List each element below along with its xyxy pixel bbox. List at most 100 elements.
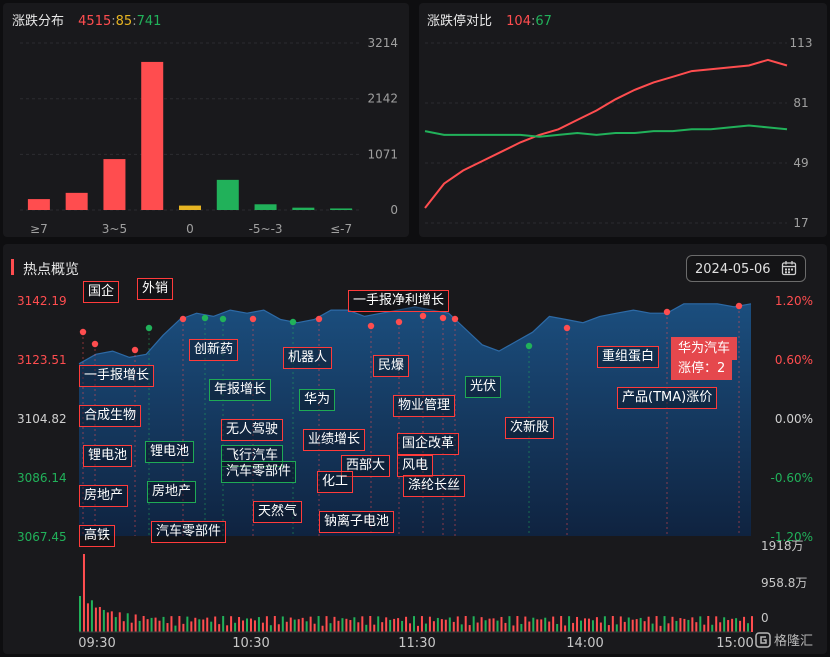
volume-bar: [671, 616, 674, 632]
volume-bar: [198, 619, 201, 632]
y-tick-label: 17: [793, 216, 808, 230]
volume-bar: [202, 619, 205, 632]
bar: [65, 192, 88, 210]
hotspot-tag[interactable]: 合成生物: [79, 405, 142, 427]
tag-dot: [289, 318, 297, 326]
volume-bar: [190, 621, 193, 632]
tag-dot: [563, 324, 571, 332]
volume-bar: [496, 620, 499, 632]
volume-bar: [715, 616, 718, 632]
volume-bar: [528, 621, 531, 632]
volume-bar: [747, 623, 750, 632]
hotspot-tag[interactable]: 国企: [83, 281, 120, 303]
hotspot-panel: 热点概览 2024-05-06 3142.19 1.20% 3123.51 0.60%…: [3, 244, 827, 654]
x-tick-label: 14:00: [566, 636, 603, 651]
volume-bar: [194, 617, 197, 632]
volume-bar: [444, 619, 447, 632]
y-tick-label: 3214: [367, 36, 398, 50]
volume-bar: [309, 616, 312, 632]
hotspot-tag[interactable]: 锂电池: [145, 441, 195, 463]
volume-bar: [436, 617, 439, 632]
volume-bar: [138, 620, 141, 632]
hotspot-tag[interactable]: 房地产: [147, 481, 197, 503]
tag-dot: [395, 318, 403, 326]
hotspot-tag[interactable]: 房地产: [79, 485, 129, 507]
volume-bar: [492, 618, 495, 632]
hotspot-tag[interactable]: 民爆: [373, 355, 410, 377]
volume-bar: [480, 617, 483, 632]
hotspot-tag[interactable]: 一手报增长: [79, 365, 155, 387]
volume-bar: [476, 622, 479, 632]
volume-bar: [508, 616, 511, 632]
hotspot-tag[interactable]: 次新股: [505, 417, 555, 439]
volume-bar: [182, 623, 185, 632]
volume-bar: [655, 616, 658, 632]
volume-bar: [432, 621, 435, 632]
hotspot-tag[interactable]: 一手报净利增长: [348, 290, 450, 312]
volume-bar: [591, 620, 594, 632]
hotspot-tag[interactable]: 创新药: [189, 339, 239, 361]
volume-bar: [484, 620, 487, 632]
volume-bar: [440, 619, 443, 632]
hotspot-tag[interactable]: 产品(TMA)涨价: [617, 387, 718, 409]
x-tick-label: 10:30: [232, 636, 269, 651]
hotspot-tag[interactable]: 涤纶长丝: [403, 475, 466, 497]
volume-bar: [687, 619, 690, 632]
hotspot-tag[interactable]: 无人驾驶: [221, 419, 284, 441]
hotspot-tag[interactable]: 化工: [317, 471, 354, 493]
hotspot-tag[interactable]: 锂电池: [83, 445, 133, 467]
hotspot-tag[interactable]: 高铁: [79, 525, 116, 547]
x-tick-label: 3~5: [102, 222, 127, 236]
hotspot-tag[interactable]: 物业管理: [393, 395, 456, 417]
hotspot-tag[interactable]: 钠离子电池: [319, 511, 395, 533]
hotspot-tag[interactable]: 涨停：2: [671, 357, 733, 380]
hotspot-tag[interactable]: 汽车零部件: [151, 521, 227, 543]
volume-bar: [365, 624, 368, 632]
hotspot-tag[interactable]: 光伏: [465, 376, 502, 398]
tag-dot: [79, 328, 87, 336]
volume-bar: [603, 616, 606, 632]
x-tick-label: -5~-3: [249, 222, 283, 236]
left-y-tick: 3123.51: [17, 353, 67, 367]
volume-bar: [524, 616, 527, 632]
hotspot-tag[interactable]: 汽车零部件: [221, 461, 297, 483]
hotspot-tag[interactable]: 天然气: [253, 501, 303, 523]
watermark: 格隆汇: [755, 630, 813, 649]
tag-dot: [131, 346, 139, 354]
hotspot-tag[interactable]: 重组蛋白: [597, 346, 660, 368]
volume-bar: [317, 616, 320, 632]
right-y-tick: -0.60%: [771, 471, 813, 485]
volume-bar: [186, 616, 189, 632]
volume-bar: [611, 616, 614, 632]
volume-bar: [456, 616, 459, 632]
volume-bar: [719, 622, 722, 632]
volume-bar: [297, 619, 300, 632]
hotspot-tag[interactable]: 外销: [137, 278, 174, 300]
volume-bar: [504, 622, 507, 632]
volume-bar: [257, 617, 260, 632]
volume-bar: [82, 554, 85, 632]
hotspot-tag[interactable]: 年报增长: [209, 379, 272, 401]
left-y-tick: 3086.14: [17, 471, 67, 485]
watermark-logo-icon: [755, 632, 771, 648]
volume-bar: [536, 619, 539, 632]
hotspot-tag[interactable]: 业绩增长: [303, 429, 366, 451]
volume-bar: [345, 618, 348, 632]
volume-tick: 1918万: [761, 539, 804, 553]
volume-bar: [595, 617, 598, 632]
volume-bar: [94, 607, 97, 632]
bar: [27, 199, 50, 210]
x-tick-label: ≤-7: [330, 222, 352, 236]
volume-bar: [544, 617, 547, 632]
hotspot-tag[interactable]: 机器人: [283, 347, 333, 369]
volume-bar: [627, 617, 630, 632]
hotspot-tag[interactable]: 华为: [299, 389, 336, 411]
y-tick-label: 81: [793, 96, 808, 110]
volume-bar: [210, 621, 213, 632]
hotspot-tag[interactable]: 风电: [397, 455, 434, 477]
volume-bar: [500, 616, 503, 632]
tag-dot: [735, 302, 743, 310]
volume-bar: [472, 616, 475, 632]
volume-bar: [424, 623, 427, 632]
hotspot-tag[interactable]: 国企改革: [397, 433, 460, 455]
